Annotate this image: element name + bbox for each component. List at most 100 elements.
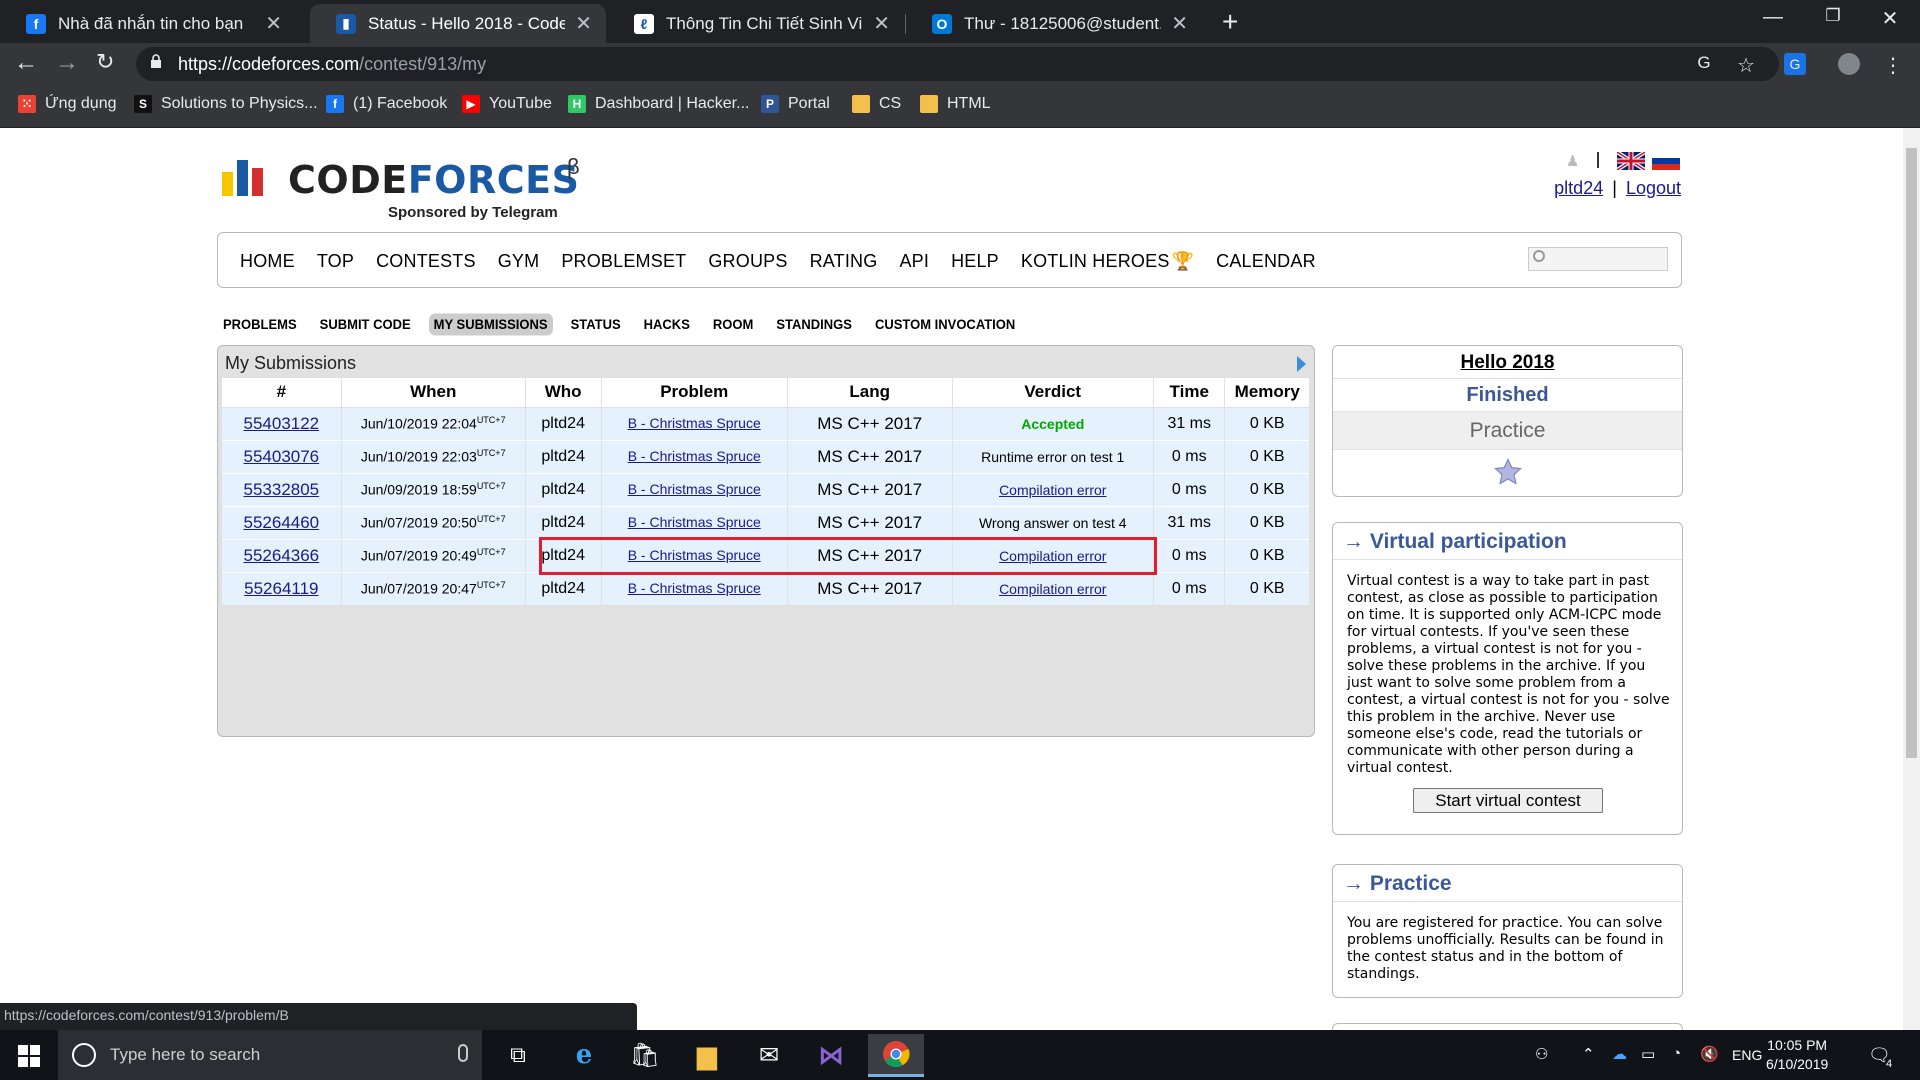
submission-time-cell: Jun/07/2019 20:50UTC+7 — [341, 505, 526, 539]
submission-id-link[interactable]: 55264366 — [244, 546, 320, 565]
verdict[interactable]: Compilation error — [999, 482, 1106, 498]
problem-link[interactable]: B - Christmas Spruce — [628, 448, 761, 464]
subnav-standings[interactable]: STANDINGS — [771, 313, 857, 335]
subnav-hacks[interactable]: HACKS — [639, 313, 695, 335]
menu-item-calendar[interactable]: CALENDAR — [1216, 251, 1316, 272]
site-search-input[interactable] — [1528, 247, 1668, 271]
show-hidden-icons-icon[interactable]: ⌃ — [1582, 1045, 1595, 1063]
tab-close-icon[interactable]: ✕ — [1171, 11, 1188, 36]
contest-name-link[interactable]: Hello 2018 — [1333, 346, 1682, 379]
menu-item-kotlin-heroes[interactable]: KOTLIN HEROES 🏆 — [1021, 251, 1194, 272]
window-close-button[interactable]: ✕ — [1870, 6, 1910, 31]
windows-start-icon[interactable] — [18, 1045, 40, 1067]
microphone-icon[interactable] — [458, 1044, 468, 1062]
bookmark-item[interactable]: f (1) Facebook — [326, 95, 447, 113]
menu-item-label: KOTLIN HEROES — [1020, 251, 1170, 271]
menu-item-api[interactable]: API — [899, 251, 929, 272]
people-icon[interactable]: ⚇ — [1535, 1045, 1548, 1063]
problem-link[interactable]: B - Christmas Spruce — [628, 415, 761, 431]
problem-link[interactable]: B - Christmas Spruce — [628, 580, 761, 596]
profile-link[interactable]: pltd24 — [1554, 178, 1603, 198]
submission-id-link[interactable]: 55332805 — [244, 480, 320, 499]
menu-item-home[interactable]: HOME — [240, 251, 295, 272]
restore-button[interactable]: ❐ — [1813, 6, 1853, 26]
visual-studio-icon[interactable]: ⋈ — [813, 1037, 849, 1073]
subnav-submit-code[interactable]: SUBMIT CODE — [315, 313, 416, 335]
menu-item-rating[interactable]: RATING — [810, 251, 878, 272]
expand-arrow-icon[interactable] — [1297, 356, 1306, 372]
menu-item-gym[interactable]: GYM — [498, 251, 540, 272]
menu-item-top[interactable]: TOP — [317, 251, 354, 272]
browser-tab[interactable]: ▮ Status - Hello 2018 - Codeforces ✕ — [310, 4, 606, 43]
bookmark-item[interactable]: ▶ YouTube — [462, 95, 552, 113]
menu-kebab-icon[interactable]: ⋮ — [1882, 53, 1904, 77]
system-clock[interactable]: 10:05 PM 6/10/2019 — [1766, 1036, 1828, 1074]
menu-item-contests[interactable]: CONTESTS — [376, 251, 476, 272]
volume-icon[interactable]: 🔇 — [1700, 1045, 1719, 1063]
menu-item-problemset[interactable]: PROBLEMSET — [561, 251, 686, 272]
problem-link[interactable]: B - Christmas Spruce — [628, 514, 761, 530]
battery-icon[interactable]: ▭ — [1641, 1045, 1655, 1063]
bookmark-item[interactable]: ⁙ Ứng dụng — [18, 95, 117, 113]
profile-avatar[interactable] — [1838, 53, 1860, 75]
submission-id-link[interactable]: 55403122 — [244, 414, 320, 433]
verdict[interactable]: Compilation error — [999, 581, 1106, 597]
edge-icon[interactable]: e — [566, 1037, 602, 1073]
back-button[interactable]: ← — [14, 49, 38, 77]
scrollbar-thumb[interactable] — [1906, 148, 1917, 758]
taskbar-search-box[interactable]: Type here to search — [58, 1030, 482, 1080]
task-view-icon[interactable]: ⧉ — [500, 1037, 536, 1073]
extension-icon[interactable]: G — [1784, 53, 1806, 75]
subnav-my-submissions[interactable]: MY SUBMISSIONS — [428, 313, 553, 336]
bookmark-star-icon[interactable]: ☆ — [1735, 53, 1757, 77]
menu-item-label: HELP — [951, 251, 999, 271]
onedrive-icon[interactable]: ☁ — [1612, 1045, 1627, 1063]
tab-close-icon[interactable]: ✕ — [873, 11, 890, 36]
new-tab-button[interactable]: + — [1222, 6, 1238, 38]
subnav-custom-invocation[interactable]: CUSTOM INVOCATION — [870, 313, 1020, 335]
tab-close-icon[interactable]: ✕ — [265, 11, 282, 36]
forward-button[interactable]: → — [55, 49, 79, 77]
bookmark-item[interactable]: CS — [852, 95, 901, 113]
submission-time: Jun/07/2019 20:49 — [360, 547, 477, 564]
file-explorer-icon[interactable]: ▆ — [689, 1037, 725, 1073]
bookmark-item[interactable]: HTML — [920, 95, 991, 113]
address-bar[interactable]: https://codeforces.com/contest/913/my — [136, 47, 1779, 81]
store-icon[interactable]: 🛍 — [627, 1037, 663, 1073]
mail-icon[interactable]: ✉ — [751, 1037, 787, 1073]
english-flag-icon[interactable] — [1615, 150, 1647, 172]
submission-id-link[interactable]: 55403076 — [244, 447, 320, 466]
submission-time: Jun/09/2019 18:59 — [360, 481, 477, 498]
browser-tab[interactable]: f Nhà đã nhắn tin cho bạn ✕ — [0, 4, 296, 43]
translate-icon[interactable]: G — [1693, 53, 1715, 75]
bookmark-item[interactable]: P Portal — [761, 95, 830, 113]
russian-flag-icon[interactable] — [1652, 152, 1680, 170]
subnav-room[interactable]: ROOM — [708, 313, 758, 335]
menu-item-help[interactable]: HELP — [951, 251, 999, 272]
language-indicator[interactable]: ENG — [1732, 1047, 1762, 1063]
bell-icon[interactable]: ♟ — [1566, 152, 1582, 170]
reload-button[interactable]: ↻ — [96, 49, 114, 75]
tab-close-icon[interactable]: ✕ — [575, 11, 592, 36]
start-virtual-contest-button[interactable]: Start virtual contest — [1413, 788, 1603, 813]
menu-item-groups[interactable]: GROUPS — [708, 251, 787, 272]
submission-id-link[interactable]: 55264119 — [244, 579, 318, 598]
bookmark-label: (1) Facebook — [353, 95, 448, 112]
submission-id-link[interactable]: 55264460 — [244, 513, 320, 532]
logout-link[interactable]: Logout — [1626, 178, 1681, 198]
run-time: 0 ms — [1171, 480, 1207, 498]
page-scrollbar[interactable] — [1903, 128, 1920, 1030]
column-header: # — [222, 378, 342, 408]
subnav-status[interactable]: STATUS — [566, 313, 626, 335]
wifi-icon[interactable]: ◔ — [1672, 1045, 1681, 1062]
submitter-name: pltd24 — [541, 414, 585, 432]
problem-link[interactable]: B - Christmas Spruce — [628, 481, 761, 497]
browser-tab[interactable]: ℓ Thông Tin Chi Tiết Sinh Viên ✕ — [608, 4, 904, 43]
favorite-star-icon[interactable] — [1493, 457, 1523, 487]
browser-tab[interactable]: O Thư - 18125006@student.hcmus ✕ — [906, 4, 1202, 43]
bookmark-item[interactable]: H Dashboard | Hacker... — [568, 95, 749, 113]
chrome-taskbar-icon[interactable] — [868, 1034, 924, 1077]
minimize-button[interactable]: — — [1753, 6, 1793, 29]
subnav-problems[interactable]: PROBLEMS — [218, 313, 302, 335]
bookmark-item[interactable]: S Solutions to Physics... — [134, 95, 318, 113]
